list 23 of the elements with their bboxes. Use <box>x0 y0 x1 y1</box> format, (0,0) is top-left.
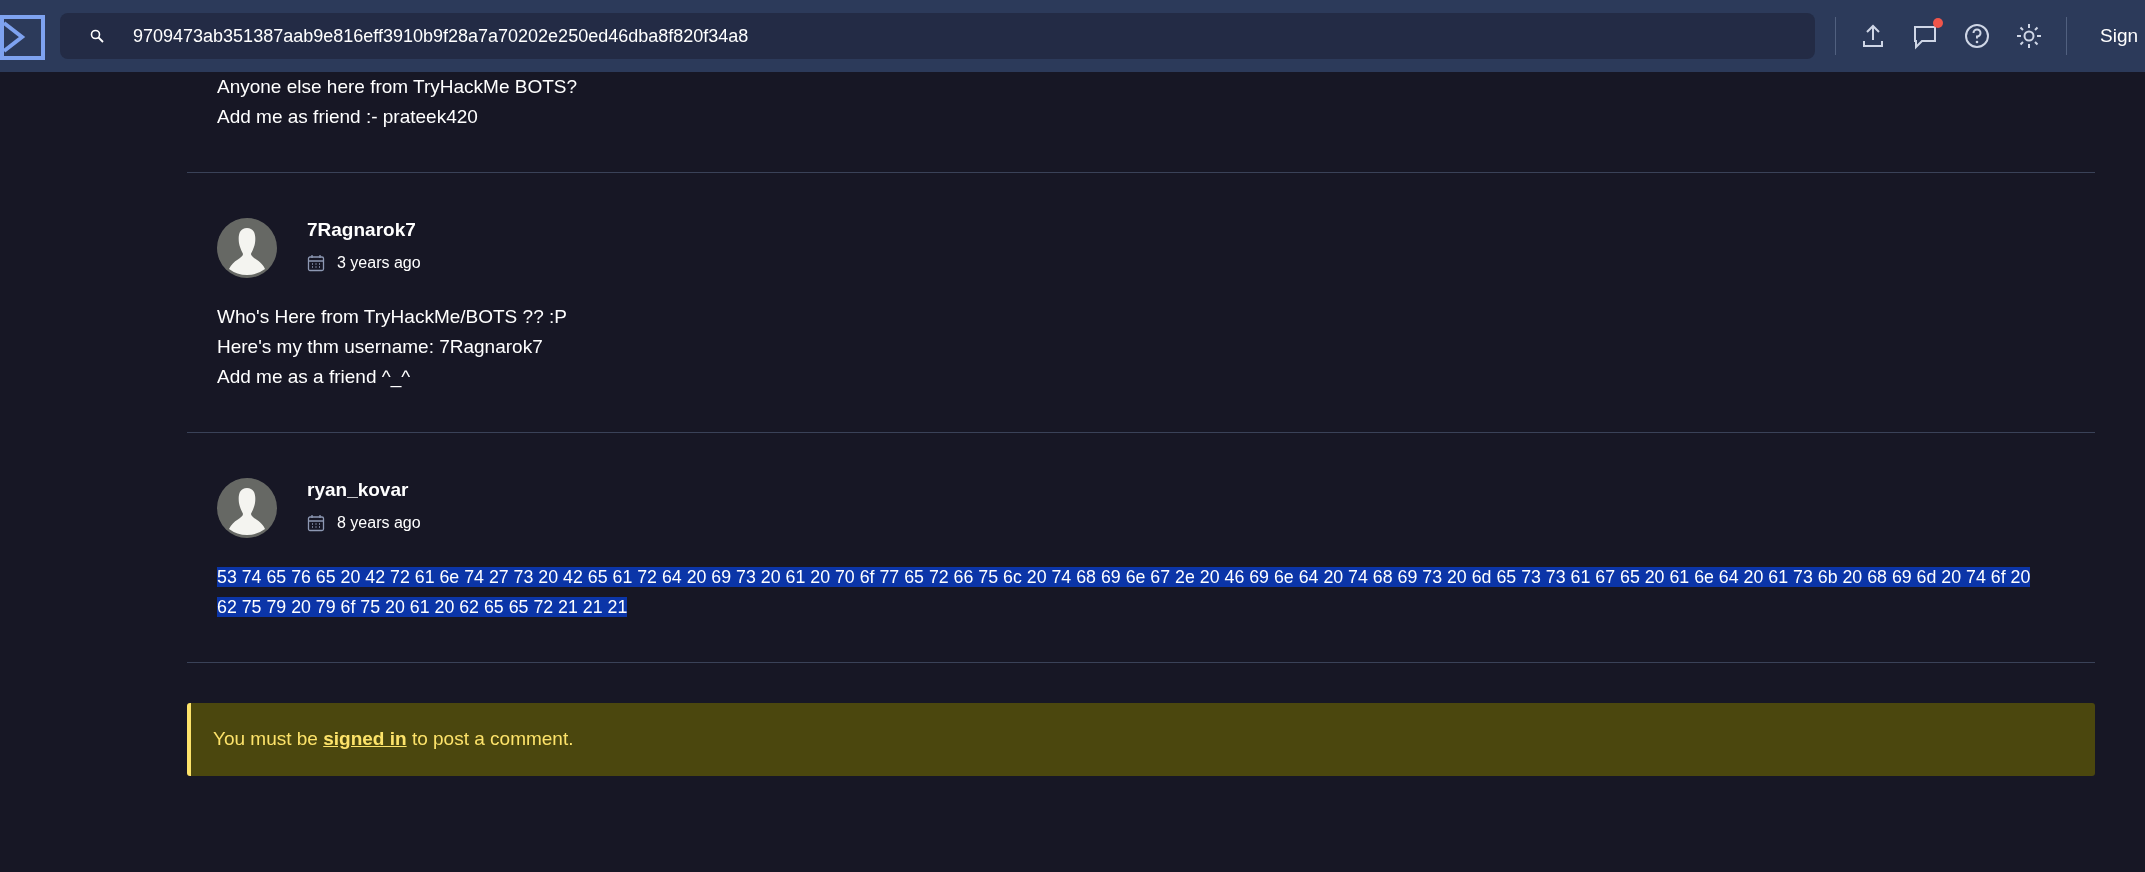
comment-text: 53 74 65 76 65 20 42 72 61 6e 74 27 73 20 42 65 61 72 64 20 69 73 20 61 20 70 6f 77 65 72 66 75 6c 20 74 68 69 6e 67 2e 20 46 69 6e 64 20 74 68 69 73 20 6d 65 73 73 61 67 65 20 61 6e 64 20 61 73 6b 20 68 69 6d 20 74 6f 20 <box>217 567 2031 587</box>
calendar-icon <box>307 253 325 272</box>
logo-icon[interactable] <box>0 14 45 60</box>
calendar-icon <box>307 513 325 532</box>
comment-date: 8 years ago <box>337 512 421 533</box>
avatar-icon <box>217 478 277 538</box>
help-icon[interactable] <box>1962 21 1992 51</box>
comment-text: Who's Here from TryHackMe/BOTS ?? :P <box>217 306 567 327</box>
comment-date: 3 years ago <box>337 252 421 273</box>
sign-in-link[interactable]: signed in <box>323 728 407 749</box>
comment-author[interactable]: 7Ragnarok7 <box>307 216 421 245</box>
comment-text: Here's my thm username: 7Ragnarok7 <box>217 336 543 357</box>
comment-text: 62 75 79 20 79 6f 75 20 61 20 62 65 65 72 21 21 21 <box>217 597 628 617</box>
comment-text: Anyone else here from TryHackMe BOTS? <box>217 76 578 97</box>
comment-author[interactable]: ryan_kovar <box>307 476 421 505</box>
avatar-icon <box>217 218 277 278</box>
comment-text: Add me as a friend ^_^ <box>217 366 411 387</box>
search-icon <box>90 29 104 43</box>
search-field[interactable]: 9709473ab351387aab9e816eff3910b9f28a7a70202e250ed46dba8f820f34a8 <box>60 13 1815 59</box>
notice-text: You must be signed in to post a comment. <box>213 728 574 749</box>
sign-in-button[interactable]: Sign <box>2100 21 2139 51</box>
sun-icon[interactable] <box>2014 21 2044 51</box>
comment-text: Add me as friend :- prateek420 <box>217 106 478 127</box>
